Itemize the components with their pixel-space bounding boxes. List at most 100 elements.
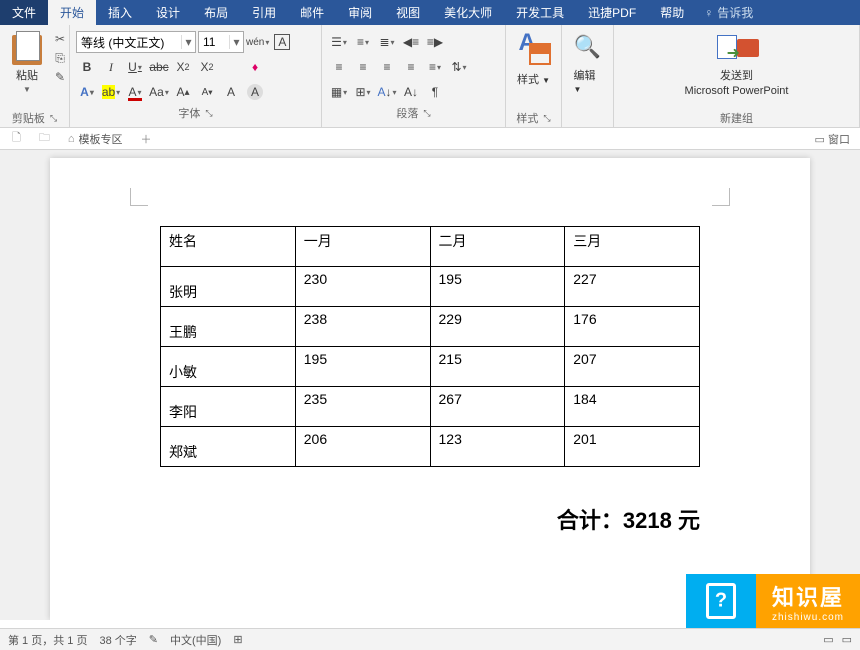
tab-file[interactable]: 文件 [0,0,48,25]
paste-label: 粘贴 [16,67,38,83]
send-to-icon: ➜ [707,29,767,65]
status-language[interactable]: 中文(中国) [170,632,221,648]
font-group-label: 字体 [178,105,200,121]
increase-indent-button[interactable]: ≡▶ [424,31,446,53]
table-header[interactable]: 二月 [430,227,565,267]
font-color-button[interactable]: A▾ [124,81,146,103]
lightbulb-icon: ♀ [704,6,713,20]
shrink-font-button[interactable]: A▾ [196,81,218,103]
margin-corner-icon [130,188,148,206]
tab-layout[interactable]: 布局 [192,0,240,25]
tab-beautify[interactable]: 美化大师 [432,0,504,25]
table-row: 王鹏238229176 [161,307,700,347]
styles-icon [517,29,551,69]
justify-button[interactable]: ≡ [400,56,422,78]
spellcheck-icon[interactable]: ✎ [149,633,158,646]
add-tab[interactable]: ＋ [133,129,160,149]
open-doc-tab[interactable]: 🗀 [31,129,58,149]
tab-view[interactable]: 视图 [384,0,432,25]
char-shading-button[interactable]: A [244,81,266,103]
decrease-indent-button[interactable]: ◀≡ [400,31,422,53]
print-layout-button[interactable]: ▭ [842,633,852,646]
accessibility-icon[interactable]: ⊞ [233,633,242,646]
styles-launcher[interactable]: ⤡ [543,113,550,124]
table-header-row: 姓名 一月 二月 三月 [161,227,700,267]
phonetic-guide-button[interactable]: wén▾ [246,31,269,53]
status-wordcount[interactable]: 38 个字 [99,632,136,648]
numbering-button[interactable]: ≡▾ [352,31,374,53]
ribbon: 粘贴 ▼ ✂ ⎘ ✎ 剪贴板⤡ 等线 (中文正文)▾ 11▾ wén▾ A B … [0,25,860,128]
home-icon: ⌂ [68,133,75,145]
clipboard-launcher[interactable]: ⤡ [50,113,57,124]
copy-button[interactable]: ⎘ [50,49,70,67]
show-marks-button[interactable]: ¶ [424,81,446,103]
table-row: 小敏195215207 [161,347,700,387]
change-case-button[interactable]: Aa▾ [148,81,170,103]
distributed-button[interactable]: ≡▾ [424,56,446,78]
tab-xunjie[interactable]: 迅捷PDF [576,0,648,25]
tell-me-label: 告诉我 [717,4,753,21]
bullets-button[interactable]: ☰▾ [328,31,350,53]
tell-me-search[interactable]: ♀ 告诉我 [704,4,753,21]
send-to-powerpoint-button[interactable]: ➜ 发送到 Microsoft PowerPoint [679,27,795,99]
font-size-combo[interactable]: 11▾ [198,31,244,53]
tab-help[interactable]: 帮助 [648,0,696,25]
table-header[interactable]: 一月 [295,227,430,267]
paste-button[interactable]: 粘贴 ▼ [6,27,48,96]
new-doc-tab[interactable]: 🗋 [4,129,29,149]
enclose-char-button[interactable]: A [220,81,242,103]
table-row: 张明230195227 [161,267,700,307]
template-zone-tab[interactable]: ⌂模板专区 [60,129,131,149]
align-left-button[interactable]: ≡ [328,56,350,78]
styles-button[interactable]: 样式 ▼ [511,27,557,89]
doc-tab-bar: 🗋 🗀 ⌂模板专区 ＋ ▭ 窗口 [0,128,860,150]
clear-formatting-button[interactable]: ♦ [244,56,266,78]
bold-button[interactable]: B [76,56,98,78]
table-row: 李阳235267184 [161,387,700,427]
shading-button[interactable]: ▦▾ [328,81,350,103]
superscript-button[interactable]: X2 [196,56,218,78]
text-direction-button[interactable]: A↓▾ [376,81,398,103]
underline-button[interactable]: U▾ [124,56,146,78]
edit-button[interactable]: 🔍 编辑 ▼ [568,27,608,97]
borders-button[interactable]: ⊞▾ [352,81,374,103]
watermark-title: 知识屋 [772,580,844,612]
paragraph-launcher[interactable]: ⤡ [423,108,430,119]
multilevel-button[interactable]: ≣▾ [376,31,398,53]
tab-home[interactable]: 开始 [48,0,96,25]
clipboard-group-label: 剪贴板 [12,110,45,126]
text-effects-button[interactable]: A▾ [76,81,98,103]
cut-button[interactable]: ✂ [50,30,70,48]
status-page[interactable]: 第 1 页，共 1 页 [8,632,87,648]
tab-dev[interactable]: 开发工具 [504,0,576,25]
font-name-combo[interactable]: 等线 (中文正文)▾ [76,31,196,53]
windows-menu[interactable]: ▭ 窗口 [809,131,856,147]
subscript-button[interactable]: X2 [172,56,194,78]
page: 姓名 一月 二月 三月 张明230195227 王鹏238229176 小敏19… [50,158,810,620]
align-right-button[interactable]: ≡ [376,56,398,78]
table-header[interactable]: 三月 [565,227,700,267]
table-row: 郑斌206123201 [161,427,700,467]
grow-font-button[interactable]: A▴ [172,81,194,103]
strikethrough-button[interactable]: abc [148,56,170,78]
italic-button[interactable]: I [100,56,122,78]
document-canvas[interactable]: 姓名 一月 二月 三月 张明230195227 王鹏238229176 小敏19… [0,150,860,620]
tab-references[interactable]: 引用 [240,0,288,25]
font-launcher[interactable]: ⤡ [205,108,212,119]
tab-review[interactable]: 审阅 [336,0,384,25]
table-header[interactable]: 姓名 [161,227,296,267]
folder-icon: 🗀 [39,129,50,148]
status-bar: 第 1 页，共 1 页 38 个字 ✎ 中文(中国) ⊞ ▭ ▭ [0,628,860,650]
char-border-button[interactable]: A [271,31,293,53]
tab-insert[interactable]: 插入 [96,0,144,25]
tab-design[interactable]: 设计 [144,0,192,25]
tab-mail[interactable]: 邮件 [288,0,336,25]
line-spacing-button[interactable]: ⇅▾ [448,56,470,78]
sort-button[interactable]: A↓ [400,81,422,103]
data-table[interactable]: 姓名 一月 二月 三月 张明230195227 王鹏238229176 小敏19… [160,226,700,467]
highlight-button[interactable]: ab▾ [100,81,122,103]
align-center-button[interactable]: ≡ [352,56,374,78]
read-mode-button[interactable]: ▭ [823,633,833,646]
find-icon: 🔍 [574,29,602,65]
format-painter-button[interactable]: ✎ [50,68,70,86]
